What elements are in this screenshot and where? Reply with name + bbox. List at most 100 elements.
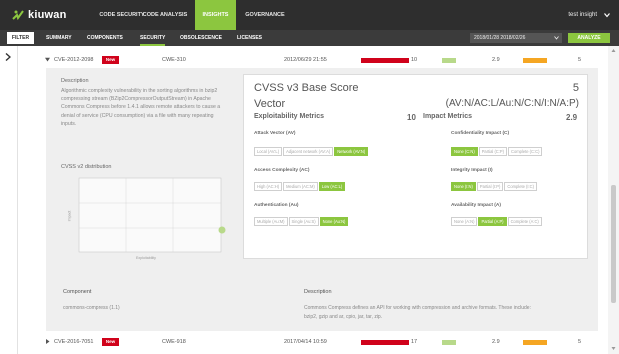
option-single[interactable]: Single (Au:S)	[288, 217, 319, 226]
chart-x-axis-label: Exploitability	[136, 256, 156, 260]
exploit-score-bar	[523, 340, 547, 345]
filter-button[interactable]: FILTER	[7, 32, 34, 44]
option-partial[interactable]: Partial (A:P)	[478, 217, 507, 226]
option-partial[interactable]: Partial (C:P)	[478, 147, 507, 156]
attack-vector-label: Attack Vector (AV)	[254, 131, 296, 136]
option-complete[interactable]: Complete (C:C)	[508, 147, 543, 156]
vulnerability-row[interactable]: CVE-2012-2098 New CWE-310 2012/06/29 21:…	[18, 52, 608, 68]
confidentiality-options: None (C:N) Partial (C:P) Complete (C:C)	[451, 147, 543, 156]
option-complete[interactable]: Complete (I:C)	[504, 182, 537, 191]
cvss-vector-label: Vector	[254, 98, 286, 110]
authentication-options: Multiple (Au:M) Single (Au:S) None (Au:N…	[254, 217, 349, 226]
published-date: 2012/06/29 21:55	[284, 57, 327, 63]
cvss-card: CVSS v3 Base Score 5 Vector (AV:N/AC:L/A…	[243, 74, 588, 259]
impact-score-value: 2.9	[492, 339, 500, 345]
integrity-options: None (I:N) Partial (I:P) Complete (I:C)	[451, 182, 538, 191]
availability-options: None (A:N) Partial (A:P) Complete (A:C)	[451, 217, 543, 226]
option-none[interactable]: None (I:N)	[451, 182, 476, 191]
component-description-label: Description	[304, 289, 332, 295]
option-none[interactable]: None (A:N)	[451, 217, 478, 226]
distribution-chart-svg	[78, 177, 226, 253]
option-none[interactable]: None (C:N)	[451, 147, 478, 156]
cvss-v2-distribution-chart: Impact Exploitability	[61, 176, 226, 264]
access-complexity-label: Access Complexity (AC)	[254, 168, 310, 173]
app-logo-text: kiuwan	[28, 9, 67, 21]
confidentiality-impact-label: Confidentiality Impact (C)	[451, 131, 510, 136]
collapsed-sidebar	[0, 46, 18, 354]
cwe-id: CWE-310	[162, 57, 186, 63]
component-value[interactable]: commons-compress (1.1)	[63, 305, 120, 311]
score-point[interactable]	[218, 226, 226, 234]
tab-obsolescence[interactable]: OBSOLESCENCE	[180, 30, 222, 46]
access-complexity-options: High (AC:H) Medium (AC:M) Low (AC:L)	[254, 182, 346, 191]
option-multiple[interactable]: Multiple (Au:M)	[254, 217, 288, 226]
chevron-down-icon[interactable]	[604, 12, 610, 18]
collapsed-triangle-icon[interactable]	[45, 339, 50, 344]
base-score-bar	[361, 58, 409, 63]
base-score-bar	[361, 340, 409, 345]
description-label: Description	[61, 78, 89, 84]
user-menu[interactable]: test insight	[568, 0, 597, 30]
option-partial[interactable]: Partial (I:P)	[476, 182, 504, 191]
scroll-down-icon[interactable]	[611, 346, 616, 351]
chevron-right-icon[interactable]	[5, 53, 11, 61]
option-complete[interactable]: Complete (A:C)	[507, 217, 542, 226]
cvss-title: CVSS v3 Base Score	[254, 82, 359, 94]
option-low[interactable]: Low (AC:L)	[318, 182, 346, 191]
sub-navigation-bar: FILTER SUMMARY COMPONENTS SECURITY OBSOL…	[0, 30, 619, 46]
new-badge: New	[102, 56, 119, 64]
nav-governance[interactable]: GOVERNANCE	[240, 0, 290, 30]
cwe-id: CWE-918	[162, 339, 186, 345]
option-network[interactable]: Network (AV:N)	[334, 147, 369, 156]
exploitability-metrics-label: Exploitability Metrics	[254, 113, 325, 120]
nav-code-analysis[interactable]: CODE ANALYSIS	[134, 0, 196, 30]
option-high[interactable]: High (AC:H)	[254, 182, 283, 191]
impact-score-value: 2.9	[492, 57, 500, 63]
chart-y-axis-label: Impact	[67, 210, 72, 222]
tab-security[interactable]: SECURITY	[140, 30, 166, 46]
impact-score-bar	[442, 58, 456, 63]
attack-vector-options: Local (AV:L) Adjacent network (AV:A) Net…	[254, 147, 369, 156]
vulnerability-detail-panel: Description Algorithmic complexity vulne…	[46, 68, 598, 331]
new-badge: New	[102, 338, 119, 346]
kiuwan-leaf-icon	[12, 10, 24, 21]
authentication-label: Authentication (Au)	[254, 203, 299, 208]
option-medium[interactable]: Medium (AC:M)	[283, 182, 318, 191]
impact-metrics-label: Impact Metrics	[423, 113, 473, 120]
option-adjacent-network[interactable]: Adjacent network (AV:A)	[283, 147, 334, 156]
cvss-v2-distribution-label: CVSS v2 distribution	[61, 164, 112, 170]
chevron-down-icon	[554, 36, 559, 40]
exploit-score-bar	[523, 58, 547, 63]
option-none[interactable]: None (Au:N)	[319, 217, 349, 226]
top-navigation-bar: kiuwan CODE SECURITY CODE ANALYSIS INSIG…	[0, 0, 619, 30]
published-date: 2017/04/14 10:59	[284, 339, 327, 345]
exploit-score-value: 5	[578, 57, 582, 63]
scroll-up-icon[interactable]	[611, 48, 616, 53]
component-label: Component	[63, 289, 92, 295]
cvss-score: 5	[572, 82, 579, 94]
availability-impact-label: Availability Impact (A)	[451, 203, 501, 208]
expanded-triangle-icon[interactable]	[45, 57, 50, 62]
tab-components[interactable]: COMPONENTS	[87, 30, 123, 46]
base-score-value: 10	[411, 57, 418, 63]
cve-id[interactable]: CVE-2012-2098	[54, 52, 93, 68]
exploit-score-value: 5	[578, 339, 582, 345]
base-score-value: 17	[411, 339, 418, 345]
component-description-text: Commons Compress defines an API for work…	[304, 305, 531, 320]
app-logo[interactable]: kiuwan	[12, 8, 67, 22]
nav-insights[interactable]: INSIGHTS	[195, 0, 236, 30]
description-text: Algorithmic complexity vulnerability in …	[61, 88, 221, 127]
cve-id[interactable]: CVE-2016-7051	[54, 334, 93, 350]
analyze-button[interactable]: ANALYZE	[568, 33, 610, 43]
date-range-select[interactable]: 2018/01/28 2018/02/26	[470, 33, 562, 43]
tab-licenses[interactable]: LICENSES	[237, 30, 262, 46]
tab-summary[interactable]: SUMMARY	[46, 30, 72, 46]
impact-metrics-value: 2.9	[566, 113, 578, 122]
vulnerability-row[interactable]: CVE-2016-7051 New CWE-918 2017/04/14 10:…	[18, 334, 608, 350]
scrollbar-thumb[interactable]	[611, 185, 616, 303]
option-local[interactable]: Local (AV:L)	[254, 147, 283, 156]
date-range-value: 2018/01/28 2018/02/26	[474, 35, 526, 41]
exploitability-metrics-value: 10	[407, 113, 416, 122]
integrity-impact-label: Integrity Impact (I)	[451, 168, 493, 173]
impact-score-bar	[442, 340, 456, 345]
